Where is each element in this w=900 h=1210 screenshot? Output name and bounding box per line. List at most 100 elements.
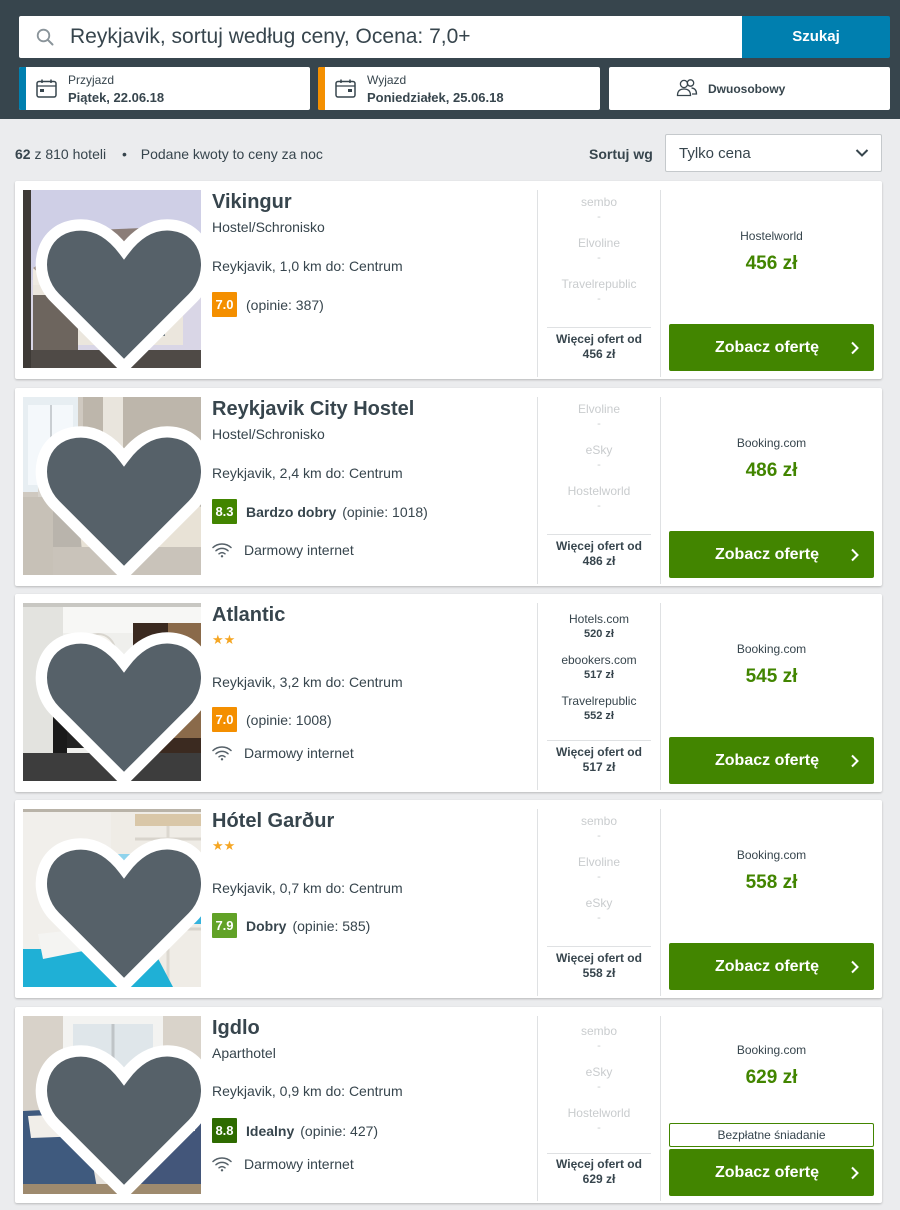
deal-price[interactable]: 456 zł [661,253,882,275]
heart-icon[interactable] [35,205,201,368]
hotel-photo[interactable] [23,1016,201,1194]
search-input[interactable]: Reykjavik, sortuj według ceny, Ocena: 7,… [19,16,742,58]
more-offers-link[interactable]: Więcej ofert od 456 zł [538,332,660,362]
rating-summary[interactable]: 7.0 (opinie: 1008) [212,707,332,733]
heart-icon[interactable] [35,618,201,781]
offer-provider: Elvoline [577,236,621,250]
hotel-name[interactable]: Hótel Garður [212,810,334,833]
view-deal-label: Zobacz ofertę [715,546,820,563]
other-offer[interactable]: sembo - [538,1024,660,1065]
other-offer[interactable]: eSky - [538,443,660,484]
more-offers-link[interactable]: Więcej ofert od 517 zł [538,745,660,775]
checkout-field[interactable]: Wyjazd Poniedziałek, 25.06.18 [318,67,600,110]
search-query-text: Reykjavik, sortuj według ceny, Ocena: 7,… [70,25,471,48]
hotel-card[interactable]: Vikingur Hostel/Schronisko Reykjavik, 1,… [15,181,882,379]
view-deal-button[interactable]: Zobacz ofertę [669,531,874,578]
other-offer[interactable]: eSky - [538,1065,660,1106]
calendar-icon [36,79,57,98]
hotel-location[interactable]: Reykjavik, 2,4 km do: Centrum [212,465,403,481]
result-count-total: z 810 hoteli [34,146,107,162]
other-offer[interactable]: Hotels.com 520 zł [538,612,660,653]
hotel-photo[interactable] [23,397,201,575]
checkin-accent-bar [19,67,26,110]
view-deal-button[interactable]: Zobacz ofertę [669,737,874,784]
divider [660,603,661,790]
checkout-label: Wyjazd [367,73,407,87]
offer-price: - [597,1040,601,1052]
sort-dropdown[interactable]: Tylko cena [665,134,882,172]
room-type-selector[interactable]: Dwuosobowy [609,67,890,110]
hotel-photo[interactable] [23,603,201,781]
other-offer[interactable]: eSky - [538,896,660,937]
view-deal-button[interactable]: Zobacz ofertę [669,1149,874,1196]
hotel-name[interactable]: Reykjavik City Hostel [212,398,414,421]
hotel-card[interactable]: Igdlo Aparthotel Reykjavik, 0,9 km do: C… [15,1007,882,1203]
other-offer[interactable]: Elvoline - [538,855,660,896]
more-offers-link[interactable]: Więcej ofert od 486 zł [538,539,660,569]
hotel-card[interactable]: Hótel Garður ★★ Reykjavik, 0,7 km do: Ce… [15,800,882,998]
offer-provider: eSky [585,1065,613,1079]
heart-icon[interactable] [35,412,201,575]
hotel-location[interactable]: Reykjavik, 0,9 km do: Centrum [212,1083,403,1099]
deal-price[interactable]: 629 zł [661,1067,882,1089]
hotel-location[interactable]: Reykjavik, 3,2 km do: Centrum [212,674,403,690]
rating-summary[interactable]: 7.9 Dobry (opinie: 585) [212,913,370,939]
hotel-location[interactable]: Reykjavik, 0,7 km do: Centrum [212,880,403,896]
offer-price: 520 zł [584,628,614,640]
hotel-card[interactable]: Reykjavik City Hostel Hostel/Schronisko … [15,388,882,586]
more-offers-link[interactable]: Więcej ofert od 558 zł [538,951,660,981]
offer-price: 517 zł [584,669,614,681]
view-deal-button[interactable]: Zobacz ofertę [669,943,874,990]
view-deal-button[interactable]: Zobacz ofertę [669,324,874,371]
hotel-location[interactable]: Reykjavik, 1,0 km do: Centrum [212,258,403,274]
offer-provider: sembo [580,195,618,209]
sort-label: Sortuj wg [589,146,653,162]
offer-price: - [597,871,601,883]
hotel-name[interactable]: Vikingur [212,191,292,214]
other-offer[interactable]: Hostelworld - [538,1106,660,1147]
other-offer[interactable]: Travelrepublic 552 zł [538,694,660,735]
deal-price[interactable]: 545 zł [661,666,882,688]
rating-badge: 8.8 [212,1118,237,1143]
heart-icon[interactable] [35,824,201,987]
more-offers-link[interactable]: Więcej ofert od 629 zł [538,1157,660,1187]
hotel-card[interactable]: Atlantic ★★ Reykjavik, 3,2 km do: Centru… [15,594,882,792]
other-offer[interactable]: sembo - [538,814,660,855]
other-offer[interactable]: sembo - [538,195,660,236]
rating-badge: 8.3 [212,499,237,524]
divider [547,327,651,328]
separator-dot: • [121,146,127,162]
more-offers-label: Więcej ofert od [556,539,642,553]
other-offer[interactable]: Travelrepublic - [538,277,660,318]
heart-icon[interactable] [35,1031,201,1194]
rating-summary[interactable]: 7.0 (opinie: 387) [212,292,324,318]
offer-provider: eSky [585,443,613,457]
review-count: (opinie: 427) [300,1122,379,1139]
deal-price[interactable]: 558 zł [661,872,882,894]
star-rating: ★★ [212,838,236,853]
checkin-field[interactable]: Przyjazd Piątek, 22.06.18 [19,67,310,110]
checkin-label: Przyjazd [68,73,115,87]
deal-price[interactable]: 486 zł [661,460,882,482]
offer-price: - [597,211,601,223]
hotel-photo[interactable] [23,190,201,368]
star-rating: ★★ [212,632,236,647]
other-offer[interactable]: Elvoline - [538,402,660,443]
other-offers: Hotels.com 520 zł ebookers.com 517 zł Trav… [538,612,660,735]
hotel-name[interactable]: Atlantic [212,604,285,627]
rating-summary[interactable]: 8.3 Bardzo dobry (opinie: 1018) [212,499,428,525]
other-offer[interactable]: ebookers.com 517 zł [538,653,660,694]
rating-summary[interactable]: 8.8 Idealny (opinie: 427) [212,1118,378,1144]
more-offers-label: Więcej ofert od [556,1157,642,1171]
other-offer[interactable]: Elvoline - [538,236,660,277]
hotel-type: Hostel/Schronisko [212,426,325,442]
offer-price: - [597,912,601,924]
hotel-name[interactable]: Igdlo [212,1017,260,1040]
other-offer[interactable]: Hostelworld - [538,484,660,525]
price-note: Podane kwoty to ceny za noc [140,146,323,162]
hotel-type: Aparthotel [212,1045,276,1061]
search-button[interactable]: Szukaj [742,16,890,58]
hotel-photo[interactable] [23,809,201,987]
other-offers: sembo - Elvoline - eSky - [538,814,660,937]
divider [660,809,661,996]
